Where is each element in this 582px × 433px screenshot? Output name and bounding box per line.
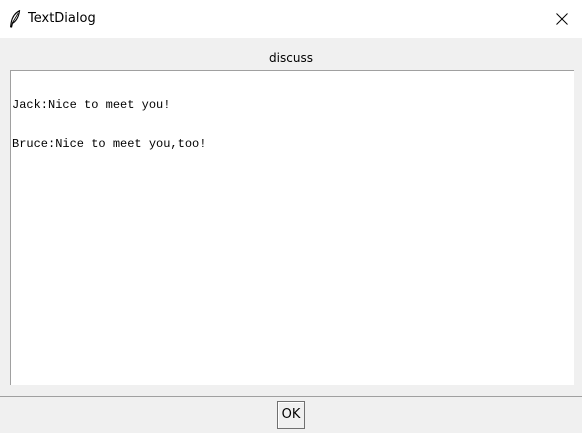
close-icon xyxy=(556,13,568,25)
frame-label: discuss xyxy=(269,51,313,65)
close-button[interactable] xyxy=(546,0,582,38)
text-line: Bruce:Nice to meet you,too! xyxy=(12,137,207,151)
ok-button[interactable]: OK xyxy=(277,401,305,429)
feather-icon xyxy=(9,9,21,28)
footer-separator xyxy=(0,396,582,397)
discussion-text-area[interactable]: Jack:Nice to meet you! Bruce:Nice to mee… xyxy=(10,70,574,385)
dialog-window: TextDialog discuss Jack:Nice to meet you… xyxy=(0,0,582,433)
window-title: TextDialog xyxy=(28,11,96,26)
title-bar[interactable]: TextDialog xyxy=(0,0,582,38)
text-line: Jack:Nice to meet you! xyxy=(12,98,171,112)
dialog-body: discuss Jack:Nice to meet you! Bruce:Nic… xyxy=(0,38,582,433)
